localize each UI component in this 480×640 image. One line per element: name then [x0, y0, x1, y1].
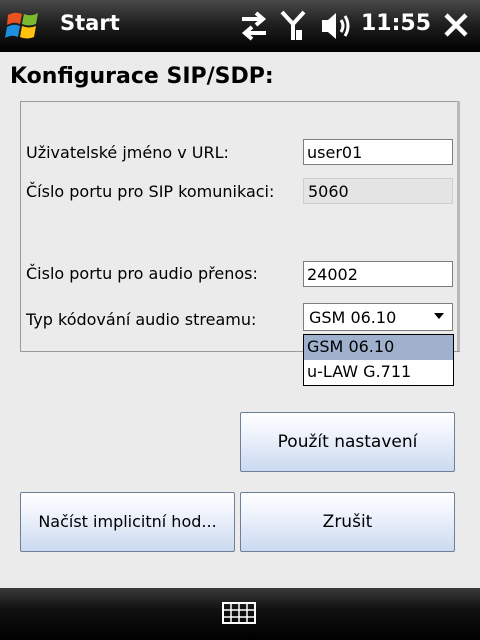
panel-scrollbar[interactable]	[457, 101, 460, 351]
audio-port-label: Čislo portu pro audio přenos:	[26, 264, 258, 283]
sip-port-label: Číslo portu pro SIP komunikaci:	[26, 182, 275, 201]
codec-option-ulaw[interactable]: u-LAW G.711	[304, 360, 453, 385]
codec-option-gsm[interactable]: GSM 06.10	[304, 335, 453, 360]
clock[interactable]: 11:55	[361, 11, 431, 36]
connectivity-icon[interactable]	[236, 8, 272, 44]
title-start[interactable]: Start	[60, 11, 120, 35]
close-icon[interactable]	[443, 12, 469, 38]
bottom-menu-bar	[0, 588, 480, 640]
username-label: Uživatelské jméno v URL:	[26, 143, 229, 162]
title-bar: Start 11:55	[0, 0, 480, 52]
apply-settings-button[interactable]: Použít nastavení	[240, 412, 455, 472]
codec-select[interactable]: GSM 06.10	[303, 303, 453, 331]
codec-dropdown-list: GSM 06.10 u-LAW G.711	[303, 334, 454, 386]
audio-port-field[interactable]	[303, 261, 453, 287]
codec-label: Typ kódování audio streamu:	[26, 310, 257, 329]
cancel-button[interactable]: Zrušit	[240, 492, 455, 552]
sip-port-value: 5060	[303, 178, 453, 204]
page-title: Konfigurace SIP/SDP:	[10, 64, 274, 89]
username-field[interactable]	[303, 139, 453, 165]
volume-icon[interactable]	[320, 8, 352, 44]
load-defaults-button[interactable]: Načíst implicitní hod...	[20, 492, 235, 552]
windows-logo-icon[interactable]	[4, 6, 44, 46]
signal-antenna-icon[interactable]	[280, 8, 306, 44]
codec-selected-value: GSM 06.10	[309, 308, 397, 327]
keyboard-icon[interactable]	[222, 602, 256, 624]
chevron-down-icon[interactable]	[434, 313, 444, 319]
